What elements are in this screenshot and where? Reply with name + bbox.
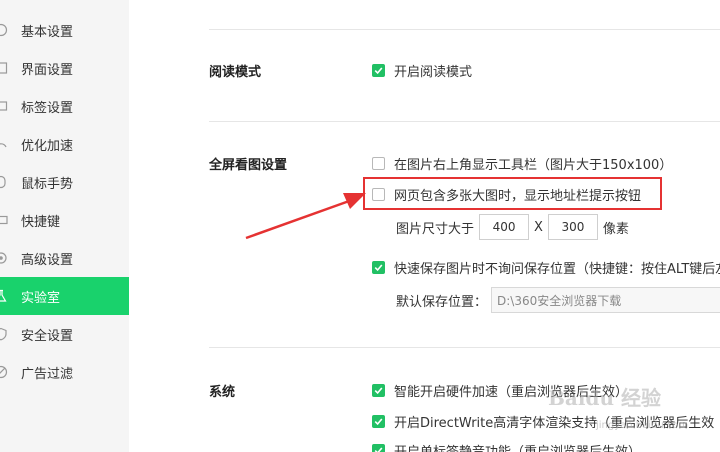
keyboard-icon [0,215,8,225]
option-label: 在图片右上角显示工具栏（图片大于150x100） [394,158,673,173]
directwrite-checkbox[interactable] [372,415,385,428]
sidebar-item-mouse-gestures[interactable]: 鼠标手势 [0,163,129,201]
sidebar-item-label: 快捷键 [21,214,61,230]
ad-filter-icon [0,365,8,379]
sidebar-item-security-settings[interactable]: 安全设置 [0,315,129,353]
option-label: 网页包含多张大图时，显示地址栏提示按钮 [394,189,642,204]
sidebar-item-label: 界面设置 [21,62,74,78]
settings-content: 阅读模式 开启阅读模式 全屏看图设置 在图片右上角显示工具栏（图片大于150x1… [129,0,720,452]
image-width-input[interactable] [479,214,530,240]
sidebar-item-label: 优化加速 [21,138,74,154]
advanced-settings-icon [0,252,7,264]
quick-save-checkbox[interactable] [372,261,385,274]
tab-settings-icon [0,101,8,111]
sidebar-item-label: 鼠标手势 [21,176,74,192]
interface-settings-icon [0,62,8,74]
sidebar-item-label: 基本设置 [21,24,74,40]
times-sign: X [534,219,543,235]
sidebar-item-label: 实验室 [21,290,61,306]
option-image-toolbar[interactable]: 在图片右上角显示工具栏（图片大于150x100） [372,154,672,173]
sidebar-item-interface-settings[interactable]: 界面设置 [0,49,129,87]
option-label: 快速保存图片时不询问保存位置（快捷键：按住ALT键后左 [394,262,720,277]
image-size-row: 图片尺寸大于 X 像素 [396,214,629,240]
lab-flask-icon [0,289,7,302]
save-location-label: 默认保存位置： [396,294,488,310]
section-divider [209,121,720,122]
shield-icon [0,327,7,341]
option-label: 开启单标签静音功能（重启浏览器后生效） [394,441,641,452]
sidebar-item-advanced-settings[interactable]: 高级设置 [0,239,129,277]
hardware-acceleration-checkbox[interactable] [372,384,385,397]
section-divider [209,29,720,30]
mouse-icon [0,175,6,189]
sidebar-item-label: 标签设置 [21,100,74,116]
section-title-reading: 阅读模式 [209,65,262,80]
tab-mute-checkbox[interactable] [372,444,385,452]
multi-image-hint-checkbox[interactable] [372,188,385,201]
option-tab-mute[interactable]: 开启单标签静音功能（重启浏览器后生效） [372,441,641,452]
basic-settings-icon [0,23,8,37]
sidebar-item-basic-settings[interactable]: 基本设置 [0,11,129,49]
check-icon [374,264,383,272]
sidebar-item-label: 高级设置 [21,252,74,268]
check-icon [374,387,383,395]
option-label: 开启DirectWrite高清字体渲染支持（重启浏览器后生效 [394,416,715,431]
check-icon [374,418,383,426]
sidebar-item-tab-settings[interactable]: 标签设置 [0,87,129,125]
sidebar-item-label: 安全设置 [21,328,74,344]
save-location-row: 默认保存位置： [396,287,720,313]
reading-mode-checkbox[interactable] [372,64,385,77]
image-size-label: 图片尺寸大于 [396,221,475,237]
sidebar-item-optimize-speed[interactable]: 优化加速 [0,125,129,163]
section-divider [209,347,720,348]
option-directwrite[interactable]: 开启DirectWrite高清字体渲染支持（重启浏览器后生效 [372,412,714,431]
settings-sidebar: 基本设置 界面设置 标签设置 优化加速 鼠标手势 快捷键 高级设置 实验室 安全… [0,0,129,452]
check-icon [374,447,383,452]
check-icon [374,67,383,75]
sidebar-item-ad-filter[interactable]: 广告过滤 [0,353,129,391]
option-label: 开启阅读模式 [394,65,473,80]
option-hardware-acceleration[interactable]: 智能开启硬件加速（重启浏览器后生效） [372,381,628,400]
pixel-unit-label: 像素 [602,221,629,237]
save-path-input[interactable] [491,287,720,313]
section-title-fullscreen: 全屏看图设置 [209,158,288,173]
option-multi-image-hint[interactable]: 网页包含多张大图时，显示地址栏提示按钮 [372,185,641,204]
sidebar-item-lab[interactable]: 实验室 [0,277,129,315]
sidebar-item-label: 广告过滤 [21,366,74,382]
sidebar-item-shortcuts[interactable]: 快捷键 [0,201,129,239]
section-title-system: 系统 [209,385,236,400]
option-quick-save[interactable]: 快速保存图片时不询问保存位置（快捷键：按住ALT键后左 [372,258,720,277]
image-height-input[interactable] [547,214,598,240]
option-label: 智能开启硬件加速（重启浏览器后生效） [394,385,629,400]
image-toolbar-checkbox[interactable] [372,157,385,170]
speed-icon [0,143,7,148]
option-reading-mode[interactable]: 开启阅读模式 [372,61,472,80]
